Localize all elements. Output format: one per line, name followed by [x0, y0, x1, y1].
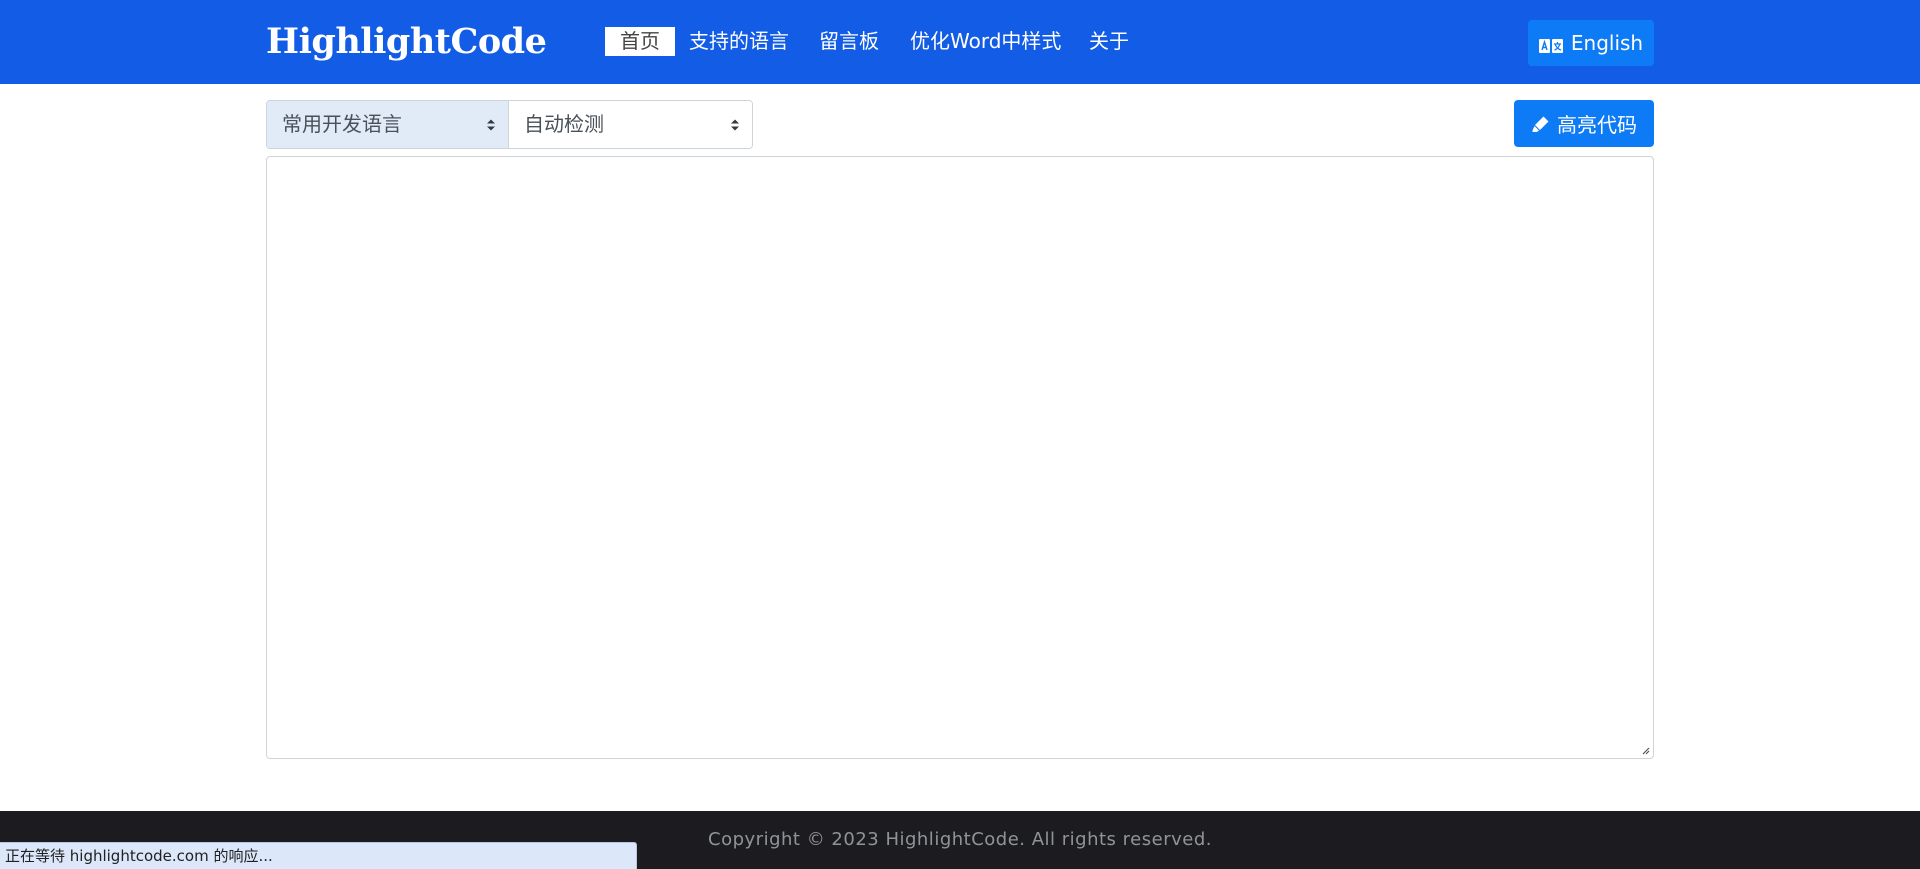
- nav-item-optimize-word-style[interactable]: 优化Word中样式: [910, 27, 1061, 56]
- language-category-select[interactable]: 常用开发语言: [267, 101, 509, 148]
- language-select-group: 常用开发语言 自动检测: [266, 100, 753, 149]
- highlight-code-label: 高亮代码: [1557, 113, 1637, 137]
- highlight-code-button[interactable]: 高亮代码: [1514, 100, 1654, 147]
- language-select[interactable]: 自动检测: [509, 101, 752, 148]
- translate-icon: [1538, 35, 1563, 53]
- browser-status-bar: 正在等待 highlightcode.com 的响应...: [0, 842, 637, 869]
- language-switch-button[interactable]: English: [1528, 20, 1654, 66]
- nav-item-home[interactable]: 首页: [605, 27, 675, 56]
- nav-item-supported-languages[interactable]: 支持的语言: [689, 27, 789, 56]
- select-arrows-icon: [487, 119, 495, 131]
- select-arrows-icon: [731, 119, 739, 131]
- language-select-value: 自动检测: [524, 112, 604, 136]
- nav-item-about[interactable]: 关于: [1089, 27, 1129, 56]
- language-category-value: 常用开发语言: [282, 112, 402, 136]
- language-switch-label: English: [1570, 31, 1644, 55]
- top-navbar: HighlightCode 首页 支持的语言 留言板 优化Word中样式 关于 …: [0, 0, 1920, 84]
- code-input-textarea[interactable]: [266, 156, 1654, 759]
- nav-item-message-board[interactable]: 留言板: [819, 27, 879, 56]
- brand-logo[interactable]: HighlightCode: [266, 20, 547, 64]
- pen-icon: [1531, 114, 1551, 134]
- resize-grip-icon[interactable]: [1640, 745, 1650, 755]
